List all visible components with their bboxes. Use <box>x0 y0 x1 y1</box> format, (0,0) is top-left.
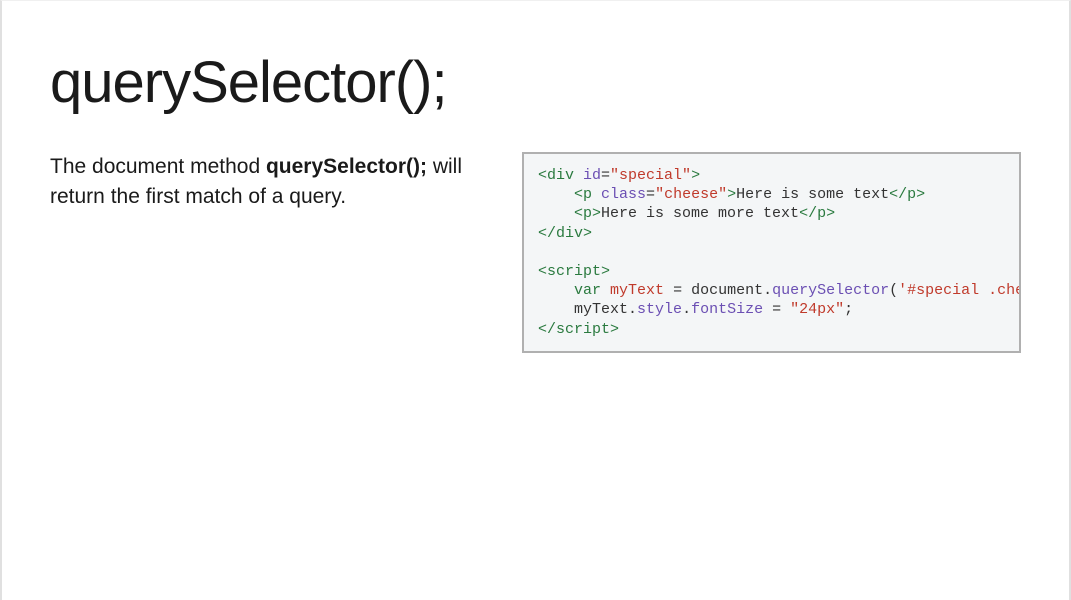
description-text: The document method querySelector(); wil… <box>50 152 490 213</box>
code-example: <div id="special"> <p class="cheese">Her… <box>522 152 1021 353</box>
slide-content: querySelector(); The document method que… <box>2 1 1069 353</box>
slide-title: querySelector(); <box>50 49 1021 116</box>
description-bold: querySelector(); <box>266 155 427 178</box>
content-row: The document method querySelector(); wil… <box>50 152 1021 353</box>
description-prefix: The document method <box>50 155 266 178</box>
